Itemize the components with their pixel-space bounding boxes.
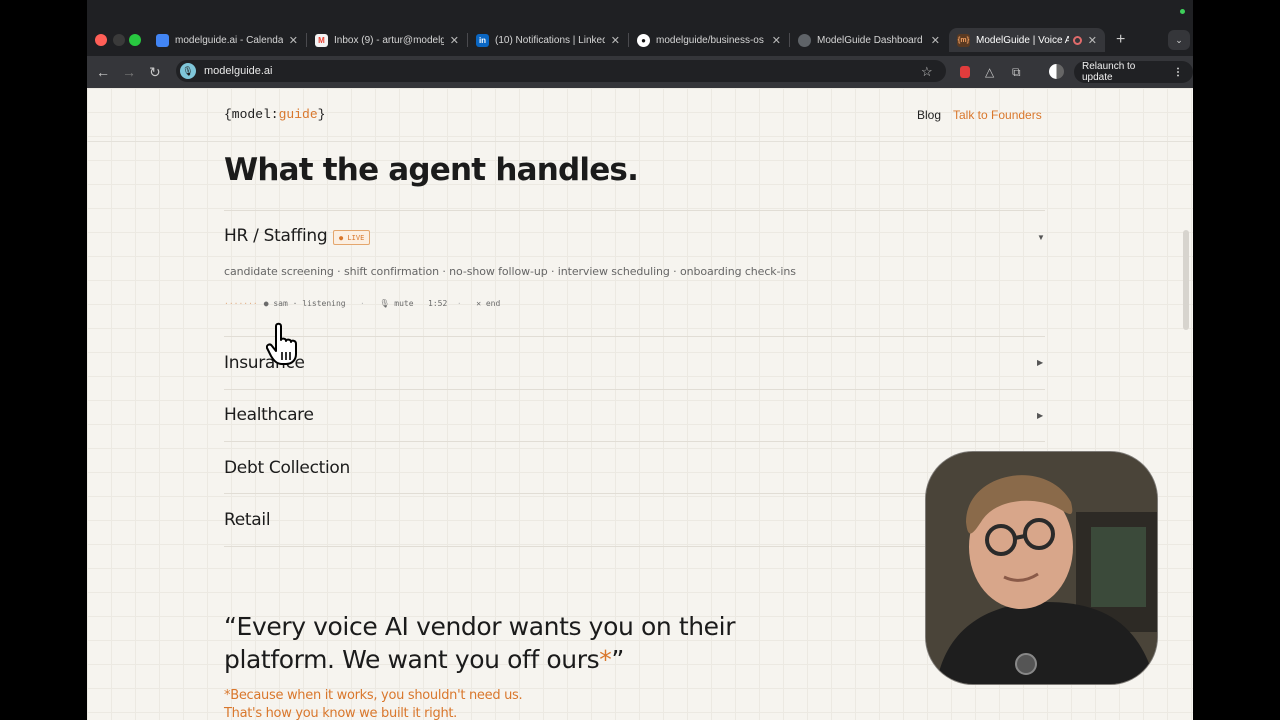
presenter-photo [926,452,1157,684]
logo-accent: guide [278,107,318,122]
industry-title-hr[interactable]: HR / Staffing [224,226,328,246]
back-icon[interactable]: ← [96,64,110,80]
reload-icon[interactable]: ↻ [149,64,161,80]
call-timer: 1:52 [428,299,448,308]
call-status-bar: ······· ● sam · listening · 🎙 mute 1:52 … [224,299,500,308]
microphone-icon: 🎙 [180,63,196,79]
extension-red-icon[interactable] [960,66,970,78]
agent-status: ● sam · listening [263,299,346,308]
linkedin-icon: in [476,33,489,47]
divider [224,389,1045,390]
nav-talk-to-founders-link[interactable]: Talk to Founders [953,108,1042,122]
site-logo[interactable]: {model:guide} [224,107,325,122]
chevron-right-icon[interactable]: ▶ [1037,411,1043,420]
webcam-overlay [925,451,1158,685]
gmail-icon: M [315,33,328,47]
new-tab-button[interactable]: + [1108,28,1132,52]
url-text: modelguide.ai [204,65,273,77]
page-scrollbar[interactable] [1183,230,1189,330]
tab-title: ModelGuide | Voice AI [976,34,1069,46]
browser-tab-gmail[interactable]: M Inbox (9) - artur@modelg ✕ [307,28,467,52]
bookmark-star-icon[interactable]: ☆ [921,64,933,80]
divider [224,493,1045,494]
window-close-button[interactable] [95,34,107,46]
relaunch-label: Relaunch to update [1082,61,1136,83]
tab-title: Inbox (9) - artur@modelg [334,34,444,46]
browser-toolbar: ← → ↻ 🎙 modelguide.ai ☆ △ ⧉ Relaunch to … [87,56,1193,88]
quote-asterisk: * [599,645,612,674]
live-badge: ● LIVE [333,230,371,245]
divider [224,546,1045,547]
browser-tab-voice-ai[interactable]: {m} ModelGuide | Voice AI ✕ [949,28,1105,52]
extension-drive-icon[interactable]: △ [985,64,994,80]
industry-title-retail[interactable]: Retail [224,510,271,530]
browser-tab-dashboard[interactable]: ModelGuide Dashboard ✕ [790,28,948,52]
close-icon[interactable]: ✕ [289,34,298,47]
separator [414,299,428,308]
logo-text: {model: [224,107,279,122]
browser-tab-calendar[interactable]: modelguide.ai - Calendar ✕ [148,28,306,52]
close-icon[interactable]: ✕ [772,34,781,47]
separator: · [447,299,477,308]
separator: · [345,299,380,308]
github-icon: ● [637,33,650,47]
site-header: {model:guide} Blog Talk to Founders [87,88,1193,142]
close-icon[interactable]: ✕ [931,34,940,47]
tab-title: modelguide.ai - Calendar [175,34,283,46]
divider [224,336,1045,337]
browser-tab-github[interactable]: ● modelguide/business-os ✕ [629,28,789,52]
section-headline: What the agent handles. [224,152,639,188]
close-icon[interactable]: ✕ [1088,34,1097,47]
globe-icon [798,33,811,47]
tab-title: modelguide/business-os [656,34,764,46]
chevron-right-icon[interactable]: ▶ [1037,358,1043,367]
close-icon[interactable]: ✕ [450,34,459,47]
logo-close: } [317,107,326,122]
extensions-puzzle-icon[interactable]: ⧉ [1012,64,1021,80]
quote-text: “Every voice AI vendor wants you on thei… [224,612,736,674]
pull-quote: “Every voice AI vendor wants you on thei… [224,610,824,676]
industry-title-healthcare[interactable]: Healthcare [224,405,314,425]
footnote-line-1: *Because when it works, you shouldn't ne… [224,688,523,703]
address-bar[interactable]: 🎙 modelguide.ai [176,60,946,82]
calendar-icon [156,33,169,47]
relaunch-button[interactable]: Relaunch to update ⋮ [1074,61,1193,83]
recording-icon [1072,35,1082,45]
profile-avatar-icon[interactable] [1049,64,1064,79]
divider [224,210,1045,211]
tab-title: ModelGuide Dashboard [817,34,923,46]
quote-close: ” [611,645,624,674]
hand-cursor-icon [266,322,297,365]
audio-level-indicator: ······· [224,299,258,308]
divider [224,441,1045,442]
status-dot [1180,9,1185,14]
industry-title-debt-collection[interactable]: Debt Collection [224,458,350,478]
close-icon[interactable]: ✕ [611,34,620,47]
window-minimize-button[interactable] [113,34,125,46]
mute-button[interactable]: 🎙 mute [379,299,413,308]
quote-footnote: *Because when it works, you shouldn't ne… [224,687,523,720]
window-zoom-button[interactable] [129,34,141,46]
chevron-down-icon[interactable]: ▼ [1037,233,1045,242]
browser-tab-linkedin[interactable]: in (10) Notifications | Linked ✕ [468,28,628,52]
modelguide-icon: {m} [957,33,970,47]
nav-blog-link[interactable]: Blog [917,108,941,122]
hr-use-cases: candidate screening · shift confirmation… [224,265,796,278]
kebab-menu-icon: ⋮ [1173,66,1183,78]
tab-title: (10) Notifications | Linked [495,34,605,46]
forward-icon[interactable]: → [122,64,136,80]
end-call-button[interactable]: ✕ end [476,299,500,308]
tab-search-button[interactable]: ⌄ [1168,30,1190,50]
footnote-line-2: That's how you know we built it right. [224,706,458,720]
